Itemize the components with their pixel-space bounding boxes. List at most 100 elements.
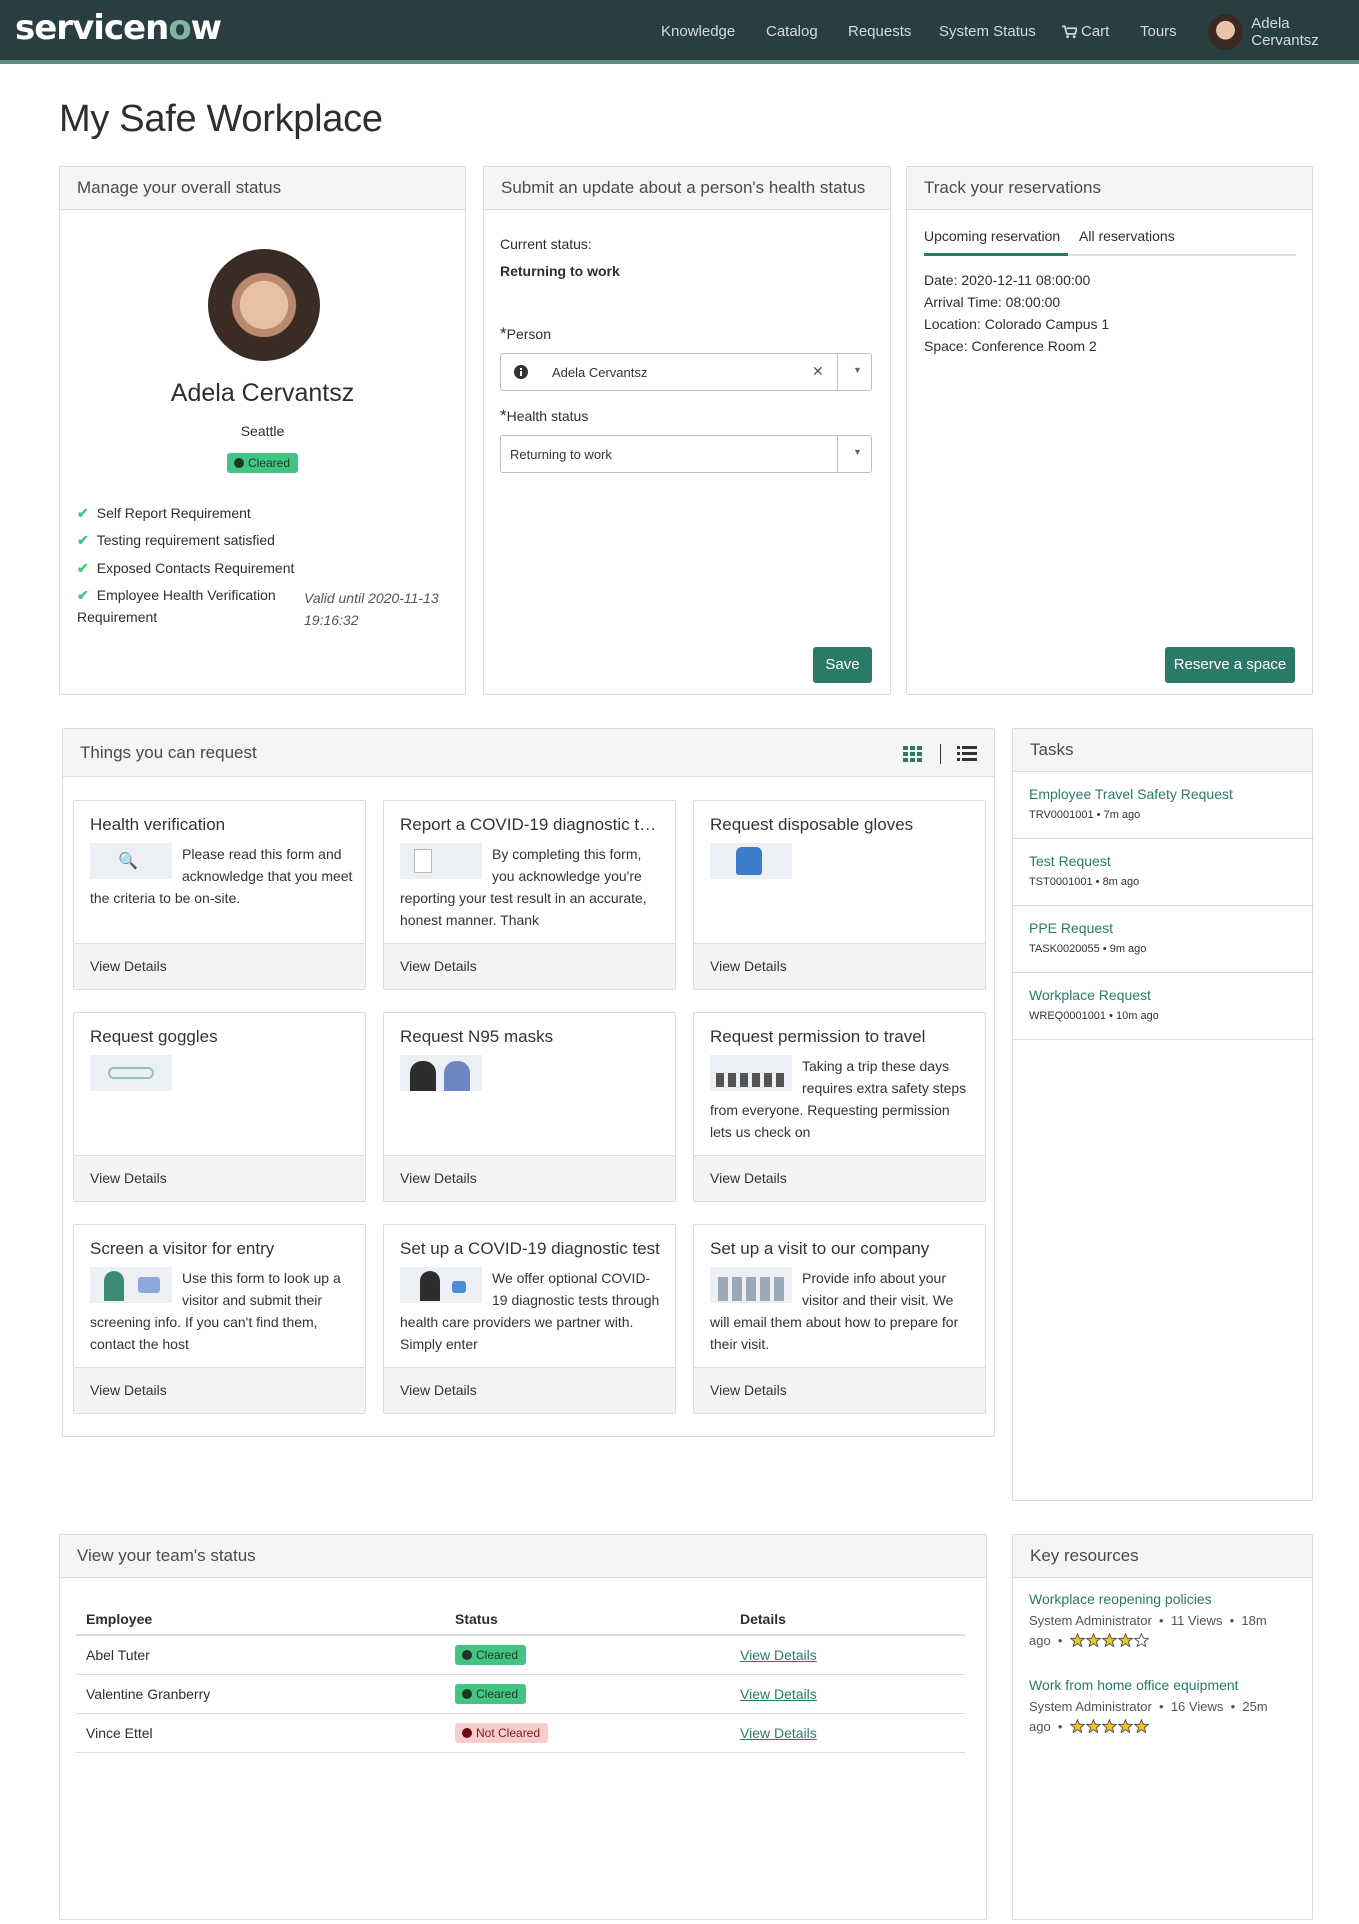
star-filled-icon	[1117, 1633, 1133, 1648]
reserve-space-button[interactable]: Reserve a space	[1165, 647, 1295, 683]
grid-view-icon[interactable]	[903, 746, 923, 762]
chevron-down-icon[interactable]: ▼	[853, 447, 862, 457]
catalog-card[interactable]: Screen a visitor for entry Use this form…	[73, 1224, 366, 1414]
card-description: Please read this form and acknowledge th…	[90, 846, 353, 906]
health-status-panel: Submit an update about a person's health…	[483, 166, 891, 695]
person-label: *Person	[500, 324, 551, 343]
reservations-panel-title: Track your reservations	[907, 167, 1312, 210]
catalog-card[interactable]: Request permission to travel Taking a tr…	[693, 1012, 986, 1202]
view-details-link[interactable]: View Details	[74, 1155, 365, 1201]
health-status-select[interactable]: Returning to work ▼	[500, 435, 872, 473]
list-view-icon[interactable]	[957, 746, 977, 762]
view-details-link[interactable]: View Details	[694, 943, 985, 989]
column-header-status: Status	[445, 1603, 730, 1636]
save-button[interactable]: Save	[813, 647, 872, 683]
tab-upcoming-reservation[interactable]: Upcoming reservation	[924, 228, 1060, 244]
catalog-card[interactable]: Request disposable gloves View Details	[693, 800, 986, 990]
nav-requests[interactable]: Requests	[848, 0, 911, 60]
nav-cart[interactable]: Cart	[1062, 0, 1109, 60]
view-details-link[interactable]: View Details	[694, 1155, 985, 1201]
task-item[interactable]: PPE Request TASK0020055 • 9m ago	[1013, 906, 1314, 973]
task-title[interactable]: PPE Request	[1029, 920, 1298, 936]
catalog-card[interactable]: Request N95 masks View Details	[383, 1012, 676, 1202]
reservation-arrival: Arrival Time: 08:00:00	[924, 294, 1061, 310]
active-tab-indicator	[924, 253, 1068, 256]
chevron-down-icon[interactable]: ▼	[853, 365, 862, 375]
star-empty-icon	[1133, 1633, 1149, 1648]
view-details-link[interactable]: View Details	[384, 1155, 675, 1201]
employee-name: Abel Tuter	[76, 1635, 445, 1675]
check-icon: ✔	[77, 560, 89, 576]
view-details-link[interactable]: View Details	[740, 1647, 817, 1663]
view-toggle-divider	[940, 744, 941, 764]
view-details-link[interactable]: View Details	[740, 1725, 817, 1741]
tab-all-reservations[interactable]: All reservations	[1079, 228, 1175, 244]
overall-status-panel-title: Manage your overall status	[60, 167, 465, 210]
view-details-link[interactable]: View Details	[384, 943, 675, 989]
star-rating	[1069, 1719, 1150, 1734]
status-badge: Not Cleared	[455, 1722, 549, 1743]
cart-icon	[1062, 25, 1077, 39]
tasks-panel-title: Tasks	[1013, 729, 1312, 772]
info-icon	[514, 365, 528, 379]
user-menu[interactable]: Adela Cervantsz	[1208, 14, 1359, 50]
reservations-panel: Track your reservations Upcoming reserva…	[906, 166, 1313, 695]
resource-title[interactable]: Workplace reopening policies	[1029, 1591, 1299, 1607]
page-title: My Safe Workplace	[59, 98, 383, 140]
health-status-panel-title: Submit an update about a person's health…	[484, 167, 890, 210]
catalog-card[interactable]: Request goggles View Details	[73, 1012, 366, 1202]
current-status-value: Returning to work	[500, 263, 620, 279]
view-details-link[interactable]: View Details	[694, 1367, 985, 1413]
status-badge: Cleared	[455, 1644, 527, 1665]
nav-system-status[interactable]: System Status	[939, 0, 1036, 60]
task-item[interactable]: Workplace Request WREQ0001001 • 10m ago	[1013, 973, 1314, 1040]
resource-item: Workplace reopening policies System Admi…	[1029, 1591, 1299, 1651]
catalog-card[interactable]: Health verification 🔍 Please read this f…	[73, 800, 366, 990]
resource-title[interactable]: Work from home office equipment	[1029, 1677, 1299, 1693]
card-title: Request disposable gloves	[710, 815, 914, 834]
task-title[interactable]: Employee Travel Safety Request	[1029, 786, 1298, 802]
details-cell: View Details	[730, 1713, 965, 1753]
profile-photo	[208, 249, 320, 361]
nav-knowledge[interactable]: Knowledge	[661, 0, 735, 60]
table-header-row: Employee Status Details	[76, 1603, 965, 1636]
task-meta: TRV0001001 • 7m ago	[1029, 809, 1141, 821]
star-filled-icon	[1069, 1633, 1085, 1648]
task-title[interactable]: Test Request	[1029, 853, 1298, 869]
profile-name: Adela Cervantsz	[170, 379, 355, 407]
view-details-link[interactable]: View Details	[384, 1367, 675, 1413]
overall-status-panel: Manage your overall status Adela Cervant…	[59, 166, 466, 695]
top-navigation-bar: servicenow Knowledge Catalog Requests Sy…	[0, 0, 1359, 64]
servicenow-logo[interactable]: servicenow	[15, 8, 222, 48]
task-title[interactable]: Workplace Request	[1029, 987, 1298, 1003]
status-badge: Cleared	[455, 1683, 527, 1704]
view-details-link[interactable]: View Details	[74, 1367, 365, 1413]
catalog-card[interactable]: Set up a COVID-19 diagnostic test We off…	[383, 1224, 676, 1414]
catalog-card[interactable]: Report a COVID-19 diagnostic tes… By com…	[383, 800, 676, 990]
task-meta: TASK0020055 • 9m ago	[1029, 943, 1147, 955]
view-details-link[interactable]: View Details	[740, 1686, 817, 1702]
reservation-date: Date: 2020-12-11 08:00:00	[924, 272, 1091, 288]
card-description: Taking a trip these days requires extra …	[710, 1058, 967, 1140]
task-item[interactable]: Test Request TST0001001 • 8m ago	[1013, 839, 1314, 906]
clear-icon[interactable]: ✕	[812, 363, 824, 380]
requirement-item: ✔ Self Report Requirement	[77, 505, 251, 521]
star-filled-icon	[1101, 1633, 1117, 1648]
details-cell: View Details	[730, 1674, 965, 1714]
catalog-card[interactable]: Set up a visit to our company Provide in…	[693, 1224, 986, 1414]
star-filled-icon	[1117, 1719, 1133, 1734]
card-title: Request goggles	[90, 1027, 218, 1046]
star-rating	[1069, 1633, 1150, 1648]
user-avatar	[1208, 14, 1244, 50]
validity-note: Valid until 2020-11-13 19:16:32	[304, 590, 439, 628]
star-filled-icon	[1085, 1633, 1101, 1648]
person-field[interactable]: Adela Cervantsz ✕ ▼	[500, 353, 872, 391]
view-details-link[interactable]: View Details	[74, 943, 365, 989]
task-item[interactable]: Employee Travel Safety Request TRV000100…	[1013, 772, 1314, 839]
employee-name: Valentine Granberry	[76, 1674, 445, 1714]
nav-tours[interactable]: Tours	[1140, 0, 1177, 60]
check-icon: ✔	[77, 505, 89, 521]
reservation-location: Location: Colorado Campus 1	[924, 316, 1110, 332]
card-title: Set up a COVID-19 diagnostic test	[400, 1239, 660, 1258]
nav-catalog[interactable]: Catalog	[766, 0, 818, 60]
